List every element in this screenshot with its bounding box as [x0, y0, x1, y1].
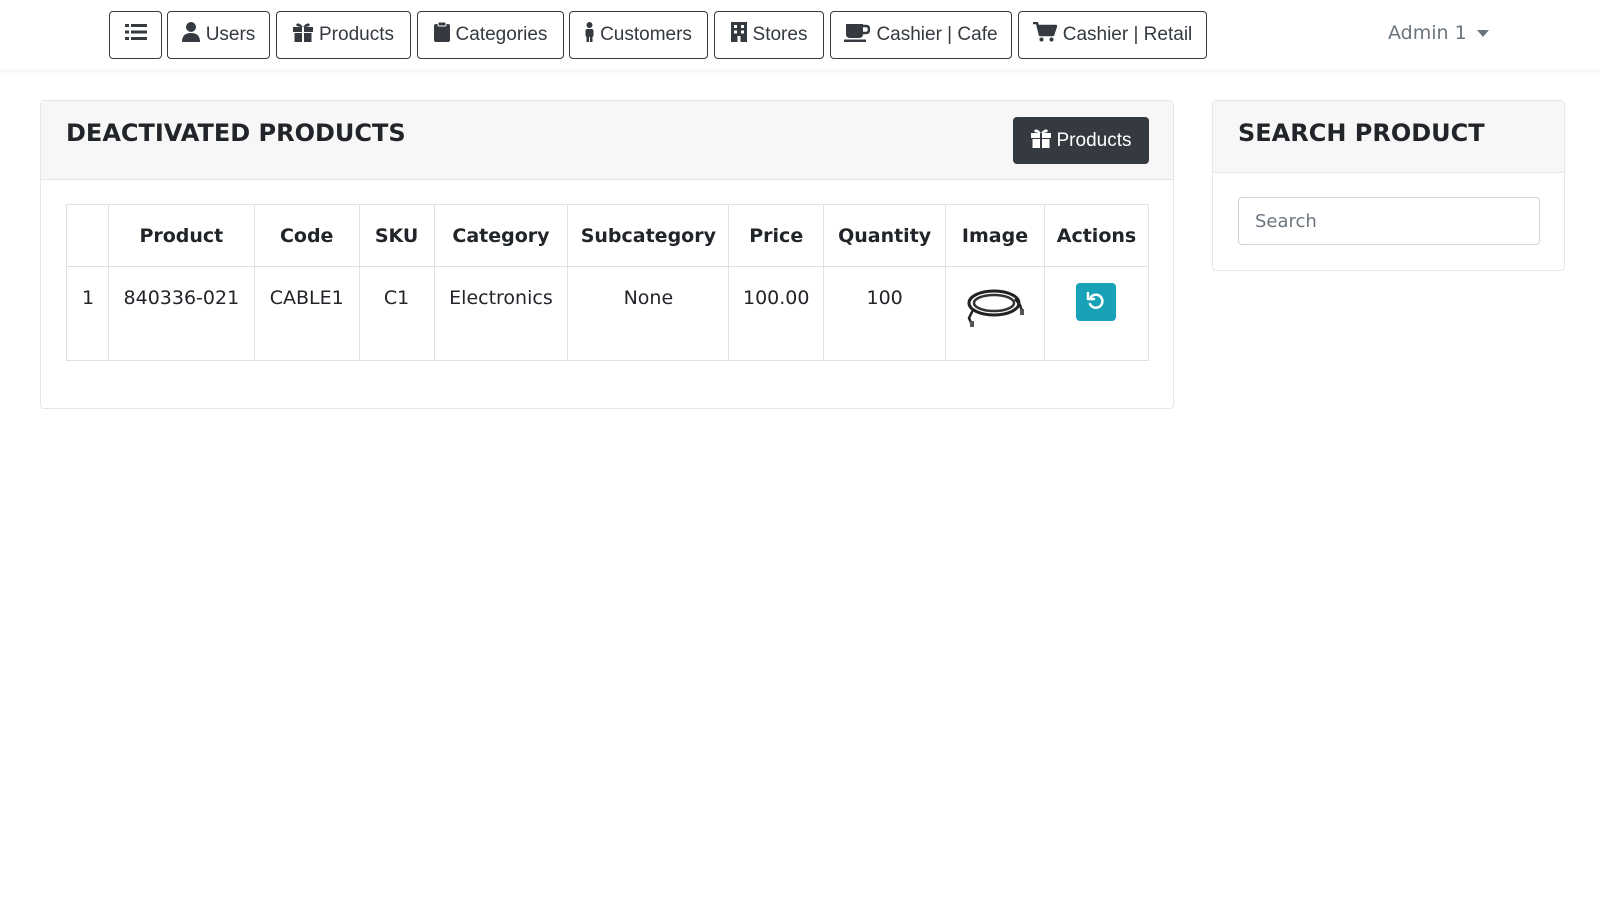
- building-icon: [730, 22, 747, 48]
- cell-index: 1: [66, 266, 109, 361]
- nav-customers-label: Customers: [600, 24, 692, 45]
- products-button-label: Products: [1056, 129, 1132, 151]
- cell-quantity: 100: [823, 266, 947, 361]
- nav-users-button[interactable]: Users: [167, 11, 270, 59]
- nav-stores-label: Stores: [752, 24, 808, 45]
- card-header: DEACTIVATED PRODUCTS Products: [41, 101, 1173, 180]
- cell-code: CABLE1: [253, 266, 360, 361]
- table-header-row: Product Code SKU Category Subcategory Pr…: [66, 204, 1150, 267]
- cart-icon: [1032, 21, 1057, 48]
- deactivated-products-table: Product Code SKU Category Subcategory Pr…: [66, 204, 1150, 361]
- nav-users-label: Users: [205, 24, 256, 45]
- caret-down-icon: [1476, 29, 1489, 37]
- nav-stores-button[interactable]: Stores: [714, 11, 824, 59]
- column-header-category: Category: [433, 204, 569, 267]
- nav-cashier-retail-label: Cashier | Retail: [1062, 24, 1193, 45]
- nav-cashier-cafe-label: Cashier | Cafe: [876, 24, 998, 45]
- column-header-price: Price: [728, 204, 825, 267]
- top-navbar: Users Products Categories Customers Stor…: [0, 0, 1600, 70]
- coffee-icon: [844, 22, 871, 48]
- nav-cashier-retail-button[interactable]: Cashier | Retail: [1018, 11, 1207, 59]
- column-header-actions: Actions: [1043, 204, 1150, 267]
- cell-image: [945, 266, 1045, 361]
- cell-actions: [1043, 266, 1150, 361]
- page-title: DEACTIVATED PRODUCTS: [66, 119, 406, 147]
- nav-categories-label: Categories: [455, 24, 548, 45]
- search-input[interactable]: [1238, 197, 1540, 245]
- column-header-sku: SKU: [358, 204, 435, 267]
- restore-product-button[interactable]: [1076, 283, 1117, 321]
- column-header-quantity: Quantity: [823, 204, 947, 267]
- column-header-subcategory: Subcategory: [567, 204, 730, 267]
- column-header-index: [66, 204, 109, 267]
- nav-categories-button[interactable]: Categories: [417, 11, 564, 59]
- gift-icon: [293, 22, 313, 48]
- list-icon: [124, 23, 147, 47]
- column-header-product: Product: [107, 204, 255, 267]
- search-card-header: SEARCH PRODUCT: [1213, 101, 1564, 173]
- search-card-title: SEARCH PRODUCT: [1238, 119, 1485, 147]
- cell-product: 840336-021: [107, 266, 255, 361]
- column-header-code: Code: [253, 204, 360, 267]
- gift-icon: [1030, 128, 1051, 154]
- cell-sku: C1: [358, 266, 435, 361]
- person-icon: [585, 22, 594, 48]
- nav-products-button[interactable]: Products: [276, 11, 411, 59]
- table-row: 1 840336-021 CABLE1 C1 Electronics None …: [66, 266, 1150, 361]
- clipboard-icon: [433, 21, 450, 48]
- cable-icon: [965, 285, 1025, 332]
- nav-cashier-cafe-button[interactable]: Cashier | Cafe: [830, 11, 1012, 59]
- cell-price: 100.00: [728, 266, 825, 361]
- products-button[interactable]: Products: [1013, 117, 1149, 164]
- nav-customers-button[interactable]: Customers: [569, 11, 708, 59]
- undo-icon: [1086, 291, 1106, 314]
- user-menu-label: Admin 1: [1388, 22, 1467, 44]
- deactivated-products-card: DEACTIVATED PRODUCTS Products Product Co…: [40, 100, 1174, 409]
- cell-subcategory: None: [567, 266, 730, 361]
- menu-toggle-button[interactable]: [109, 11, 162, 59]
- user-icon: [181, 22, 200, 48]
- cell-category: Electronics: [433, 266, 569, 361]
- column-header-image: Image: [945, 204, 1045, 267]
- nav-products-label: Products: [319, 24, 394, 45]
- user-menu-dropdown[interactable]: Admin 1: [1388, 22, 1489, 44]
- search-product-card: SEARCH PRODUCT: [1212, 100, 1565, 271]
